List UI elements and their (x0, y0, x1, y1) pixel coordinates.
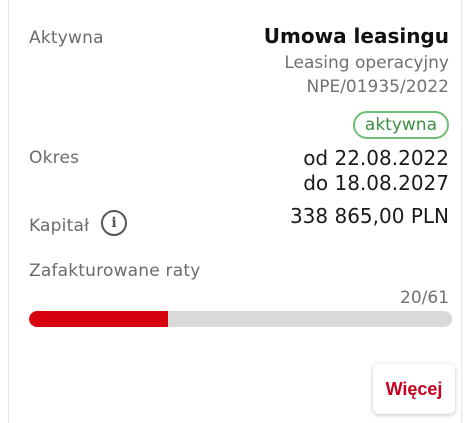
period-from: od 22.08.2022 (303, 146, 449, 170)
period-to: do 18.08.2027 (303, 171, 449, 195)
period-label: Okres (29, 148, 80, 168)
installments-label: Zafakturowane raty (29, 261, 201, 281)
leasing-card: Aktywna Umowa leasingu Leasing operacyjn… (8, 0, 462, 423)
info-icon[interactable]: i (101, 210, 127, 236)
status-badge: aktywna (352, 111, 449, 139)
capital-value: 338 865,00 PLN (289, 204, 449, 228)
contract-title: Umowa leasingu (263, 24, 449, 48)
installments-progress-bar (29, 311, 452, 327)
installments-progress-fill (29, 311, 168, 327)
more-button[interactable]: Więcej (373, 364, 455, 414)
status-label: Aktywna (29, 28, 104, 48)
installments-counter: 20/61 (400, 288, 449, 308)
capital-label: Kapitał (29, 216, 90, 236)
contract-number: NPE/01935/2022 (306, 77, 449, 97)
contract-type: Leasing operacyjny (284, 53, 449, 73)
